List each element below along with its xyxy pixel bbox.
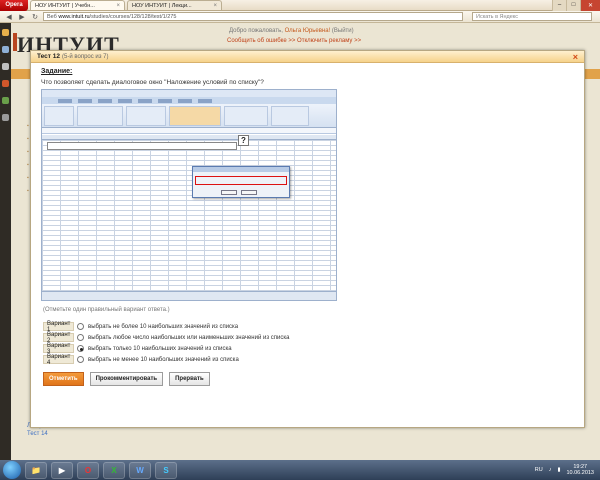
- option-text: выбрать любое число наибольших или наиме…: [88, 334, 290, 341]
- excel-column-headers: [42, 135, 336, 140]
- browser-titlebar: Opera НОУ ИНТУИТ | Учебн... × НОУ ИНТУИТ…: [0, 0, 600, 11]
- excel-screenshot: [41, 89, 337, 301]
- option-text: выбрать не менее 10 наибольших значений …: [88, 356, 239, 363]
- explorer-icon[interactable]: 📁: [25, 461, 47, 479]
- media-player-icon[interactable]: ▶: [51, 461, 73, 479]
- test-title: Тест 12: [37, 53, 61, 60]
- excel-grid: [42, 135, 336, 293]
- browser-tab-2[interactable]: НОУ ИНТУИТ | Лекци... ×: [127, 0, 222, 10]
- close-icon[interactable]: ×: [573, 52, 578, 62]
- url-prefix: Веб: [47, 13, 57, 20]
- network-icon[interactable]: ▮: [557, 467, 560, 473]
- answer-options: Вариант 1 выбрать не более 10 наибольших…: [43, 321, 290, 366]
- url-domain: www.intuit.ru: [58, 13, 90, 20]
- close-tab-icon[interactable]: ×: [210, 3, 217, 9]
- test-link[interactable]: Тест 14: [27, 430, 55, 438]
- window-close-icon[interactable]: ✕: [580, 0, 600, 11]
- browser-sidebar: [0, 23, 11, 460]
- test-progress: (5-й вопрос из 7): [62, 53, 109, 60]
- clock-date: 10.06.2013: [566, 470, 594, 476]
- option-text: выбрать только 10 наибольших значений из…: [88, 345, 232, 352]
- history-icon[interactable]: [2, 80, 9, 87]
- word-icon[interactable]: W: [129, 461, 151, 479]
- start-button[interactable]: [3, 461, 21, 479]
- excel-icon[interactable]: X: [103, 461, 125, 479]
- answer-hint: (Отметьте один правильный вариант ответа…: [43, 307, 170, 313]
- dialog-cancel-image: [241, 190, 257, 195]
- autofilter-dialog-image: [192, 166, 290, 198]
- excel-ribbon-tabs: [42, 97, 336, 104]
- submit-button[interactable]: Отметить: [43, 372, 84, 386]
- option-label: Вариант 3: [43, 343, 74, 355]
- maximize-icon[interactable]: □: [566, 0, 580, 11]
- browser-tab-title: НОУ ИНТУИТ | Учебн...: [35, 2, 95, 9]
- radio-button-checked[interactable]: [77, 345, 84, 352]
- search-placeholder: Искать в Яндекс: [476, 13, 519, 20]
- test-dialog: Тест 12 (5-й вопрос из 7) × Задание: Что…: [30, 50, 585, 428]
- bookmarks-icon[interactable]: [2, 29, 9, 36]
- answer-option-3[interactable]: Вариант 3 выбрать только 10 наибольших з…: [43, 343, 289, 355]
- reload-icon[interactable]: ↻: [30, 12, 40, 21]
- system-tray: RU ♪ ▮ 19:27 10.06.2013: [535, 464, 600, 476]
- panels-icon[interactable]: [2, 114, 9, 121]
- excel-table-header: [47, 142, 237, 150]
- welcome-text: Добро пожаловать, Ольга Юрьевна! (Выйти): [229, 28, 354, 34]
- url-path: /studies/courses/128/128/test/1/275: [89, 13, 177, 20]
- option-text: выбрать не более 10 наибольших значений …: [88, 323, 239, 330]
- question-text: Что позволяет сделать диалоговое окно "Н…: [41, 79, 264, 86]
- volume-icon[interactable]: ♪: [549, 467, 552, 473]
- search-input[interactable]: Искать в Яндекс: [472, 12, 592, 21]
- excel-ribbon: [42, 104, 336, 128]
- language-indicator[interactable]: RU: [535, 467, 543, 473]
- test-dialog-header: Тест 12 (5-й вопрос из 7): [31, 51, 584, 63]
- answer-option-1[interactable]: Вариант 1 выбрать не более 10 наибольших…: [43, 321, 289, 333]
- highlight-box: [195, 176, 287, 185]
- browser-tab-title: НОУ ИНТУИТ | Лекци...: [132, 2, 192, 9]
- abort-button[interactable]: Прервать: [169, 372, 210, 386]
- report-links[interactable]: Сообщить об ошибке >> Отключить рекламу …: [227, 38, 361, 44]
- action-buttons: Отметить Прокомментировать Прервать: [43, 372, 210, 386]
- opera-icon[interactable]: O: [77, 461, 99, 479]
- option-label: Вариант 1: [43, 321, 74, 333]
- option-label: Вариант 4: [43, 354, 74, 366]
- minimize-icon[interactable]: –: [552, 0, 566, 11]
- excel-sheet-tabs: [42, 291, 336, 300]
- excel-formula-bar: [42, 128, 336, 134]
- opera-menu-button[interactable]: Opera: [0, 0, 28, 11]
- answer-option-4[interactable]: Вариант 4 выбрать не менее 10 наибольших…: [43, 354, 289, 366]
- answer-option-2[interactable]: Вариант 2 выбрать любое число наибольших…: [43, 332, 290, 344]
- logout-link[interactable]: (Выйти): [332, 28, 354, 34]
- clock[interactable]: 19:27 10.06.2013: [566, 464, 594, 476]
- radio-button[interactable]: [77, 334, 84, 341]
- notes-icon[interactable]: [2, 63, 9, 70]
- excel-titlebar: [42, 90, 336, 97]
- window-controls: – □ ✕: [552, 0, 600, 11]
- task-label: Задание:: [41, 68, 73, 75]
- windows-taskbar: 📁 ▶ O X W S RU ♪ ▮ 19:27 10.06.2013: [0, 460, 600, 480]
- welcome-label: Добро пожаловать,: [229, 28, 283, 34]
- forward-icon[interactable]: ▶: [17, 12, 27, 21]
- comment-button[interactable]: Прокомментировать: [89, 372, 164, 386]
- skype-icon[interactable]: S: [155, 461, 177, 479]
- dialog-ok-image: [221, 190, 237, 195]
- radio-button[interactable]: [77, 323, 84, 330]
- back-icon[interactable]: ◀: [4, 12, 14, 21]
- help-icon: ?: [238, 135, 249, 146]
- downloads-icon[interactable]: [2, 97, 9, 104]
- user-name[interactable]: Ольга Юрьевна!: [285, 28, 331, 34]
- address-bar: ◀ ▶ ↻ Веб www.intuit.ru /studies/courses…: [0, 11, 600, 23]
- url-field[interactable]: Веб www.intuit.ru /studies/courses/128/1…: [43, 12, 463, 21]
- close-tab-icon[interactable]: ×: [113, 3, 120, 9]
- mail-icon[interactable]: [2, 46, 9, 53]
- radio-button[interactable]: [77, 356, 84, 363]
- option-label: Вариант 2: [43, 332, 74, 344]
- browser-tab-1[interactable]: НОУ ИНТУИТ | Учебн... ×: [30, 0, 125, 10]
